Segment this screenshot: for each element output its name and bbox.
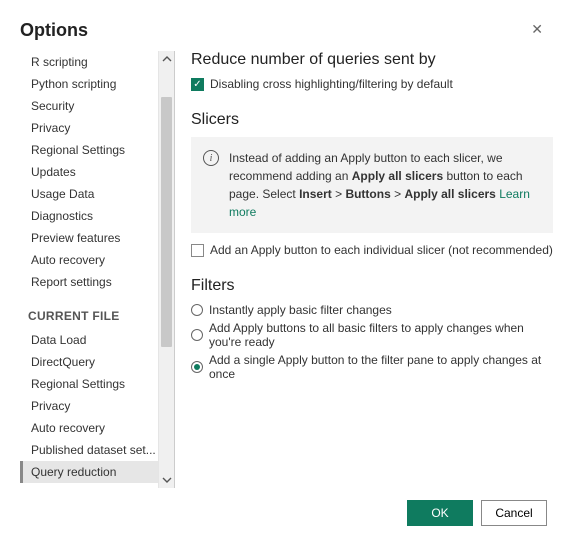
sidebar-item[interactable]: Regional Settings (20, 139, 158, 161)
sidebar-item[interactable]: Python scripting (20, 73, 158, 95)
sidebar-item[interactable]: R scripting (20, 51, 158, 73)
sidebar-item[interactable]: Privacy (20, 395, 158, 417)
options-dialog: Options ✕ R scriptingPython scriptingSec… (0, 0, 565, 542)
sidebar-item[interactable]: Auto recovery (20, 417, 158, 439)
filter-option-label: Add a single Apply button to the filter … (209, 353, 553, 381)
section-title-filters: Filters (191, 277, 553, 295)
content-panel: Reduce number of queries sent by ✓ Disab… (175, 51, 565, 488)
sidebar-item[interactable]: Published dataset set... (20, 439, 158, 461)
sidebar-section-header: CURRENT FILE (20, 293, 158, 329)
sidebar-item[interactable]: Preview features (20, 227, 158, 249)
dialog-header: Options ✕ (0, 0, 565, 51)
filter-option-row[interactable]: Instantly apply basic filter changes (191, 303, 553, 317)
sidebar-item[interactable]: Security (20, 95, 158, 117)
scrollbar-thumb[interactable] (161, 97, 172, 347)
sidebar-scrollbar[interactable] (158, 51, 174, 488)
sidebar-item[interactable]: DirectQuery (20, 351, 158, 373)
dialog-body: R scriptingPython scriptingSecurityPriva… (0, 51, 565, 488)
scrollbar-track[interactable] (159, 67, 174, 472)
sidebar-item[interactable]: Regional Settings (20, 373, 158, 395)
sidebar-item[interactable]: Query reduction (20, 461, 158, 483)
scroll-up-icon[interactable] (159, 51, 175, 67)
section-title-slicers: Slicers (191, 111, 553, 129)
ok-button[interactable]: OK (407, 500, 473, 526)
disable-cross-label: Disabling cross highlighting/filtering b… (210, 77, 453, 91)
filter-option-label: Add Apply buttons to all basic filters t… (209, 321, 553, 349)
cancel-button[interactable]: Cancel (481, 500, 547, 526)
filter-option-row[interactable]: Add Apply buttons to all basic filters t… (191, 321, 553, 349)
section-title-reduce: Reduce number of queries sent by (191, 51, 553, 69)
filter-option-row[interactable]: Add a single Apply button to the filter … (191, 353, 553, 381)
filter-radio[interactable] (191, 304, 203, 316)
filter-radio[interactable] (191, 329, 203, 341)
sidebar-item[interactable]: Updates (20, 161, 158, 183)
close-icon[interactable]: ✕ (529, 20, 545, 38)
sidebar-item[interactable]: Diagnostics (20, 205, 158, 227)
slicer-apply-row[interactable]: Add an Apply button to each individual s… (191, 243, 553, 257)
slicers-info-box: i Instead of adding an Apply button to e… (191, 137, 553, 233)
info-text: Instead of adding an Apply button to eac… (229, 149, 541, 221)
sidebar-item[interactable]: Report settings (20, 271, 158, 293)
dialog-footer: OK Cancel (0, 488, 565, 542)
sidebar-item[interactable]: Report settings (20, 483, 158, 488)
sidebar-item[interactable]: Data Load (20, 329, 158, 351)
sidebar-item[interactable]: Auto recovery (20, 249, 158, 271)
sidebar-list: R scriptingPython scriptingSecurityPriva… (20, 51, 158, 488)
info-icon: i (203, 150, 219, 166)
dialog-title: Options (20, 20, 88, 41)
slicer-apply-label: Add an Apply button to each individual s… (210, 243, 553, 257)
disable-cross-checkbox[interactable]: ✓ (191, 78, 204, 91)
sidebar: R scriptingPython scriptingSecurityPriva… (20, 51, 175, 488)
filter-option-label: Instantly apply basic filter changes (209, 303, 392, 317)
sidebar-item[interactable]: Usage Data (20, 183, 158, 205)
scroll-down-icon[interactable] (159, 472, 175, 488)
filter-radio[interactable] (191, 361, 203, 373)
disable-cross-row[interactable]: ✓ Disabling cross highlighting/filtering… (191, 77, 553, 91)
slicer-apply-checkbox[interactable] (191, 244, 204, 257)
sidebar-item[interactable]: Privacy (20, 117, 158, 139)
